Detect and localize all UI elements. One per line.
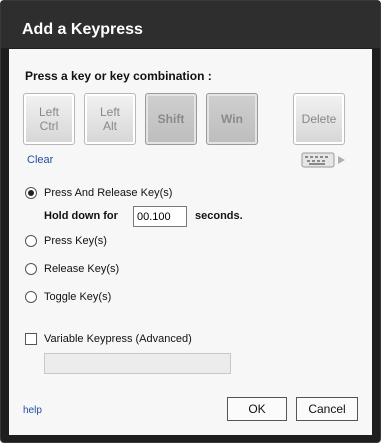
variable-keypress-option[interactable]: Variable Keypress (Advanced) bbox=[25, 333, 192, 345]
variable-keypress-label: Variable Keypress (Advanced) bbox=[44, 333, 192, 345]
seconds-label: seconds. bbox=[195, 210, 243, 222]
key-label: Left Alt bbox=[99, 105, 120, 133]
variable-keypress-field bbox=[44, 353, 231, 374]
option-release-label: Release Key(s) bbox=[44, 263, 120, 275]
option-toggle-label: Toggle Key(s) bbox=[44, 291, 112, 303]
key-label: Win bbox=[221, 112, 243, 126]
add-keypress-dialog: Add a Keypress Press a key or key combin… bbox=[0, 0, 381, 443]
radio-toggle[interactable] bbox=[25, 291, 37, 303]
variable-keypress-checkbox[interactable] bbox=[25, 333, 37, 345]
radio-release[interactable] bbox=[25, 263, 37, 275]
ok-button[interactable]: OK bbox=[227, 397, 287, 421]
clear-link[interactable]: Clear bbox=[27, 154, 53, 166]
cancel-button[interactable]: Cancel bbox=[296, 397, 358, 421]
radio-press[interactable] bbox=[25, 235, 37, 247]
key-left-alt[interactable]: Left Alt bbox=[84, 93, 136, 145]
option-press[interactable]: Press Key(s) bbox=[25, 235, 107, 247]
key-label: Delete bbox=[301, 112, 337, 126]
option-release[interactable]: Release Key(s) bbox=[25, 263, 119, 275]
radio-press-release[interactable] bbox=[25, 187, 37, 199]
help-link[interactable]: help bbox=[23, 405, 42, 416]
key-label: Left Ctrl bbox=[38, 105, 59, 133]
key-delete[interactable]: Delete bbox=[293, 93, 345, 145]
hold-duration-input[interactable] bbox=[133, 206, 187, 227]
option-press-label: Press Key(s) bbox=[44, 235, 107, 247]
hold-down-label: Hold down for bbox=[44, 210, 118, 222]
option-press-release[interactable]: Press And Release Key(s) bbox=[25, 187, 172, 199]
key-prompt: Press a key or key combination : bbox=[25, 69, 212, 83]
key-label: Shift bbox=[157, 112, 185, 126]
dialog-title: Add a Keypress bbox=[1, 1, 380, 48]
option-toggle[interactable]: Toggle Key(s) bbox=[25, 291, 111, 303]
key-left-ctrl[interactable]: Left Ctrl bbox=[23, 93, 75, 145]
key-shift[interactable]: Shift bbox=[145, 93, 197, 145]
dialog-body: Press a key or key combination : Left Ct… bbox=[9, 49, 372, 435]
keyboard-icon[interactable] bbox=[301, 152, 349, 168]
key-win[interactable]: Win bbox=[206, 93, 258, 145]
option-press-release-label: Press And Release Key(s) bbox=[44, 187, 173, 199]
